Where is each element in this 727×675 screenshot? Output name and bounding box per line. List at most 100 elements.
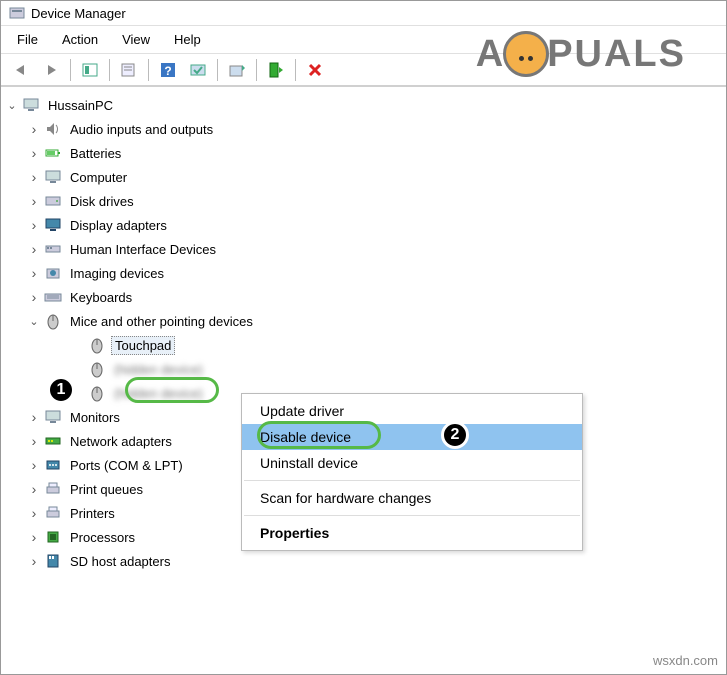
expand-arrow-icon[interactable] [5, 99, 19, 112]
tree-item-label: Ports (COM & LPT) [67, 457, 186, 474]
tree-item[interactable]: SD host adapters [5, 549, 724, 573]
tree-item-label: Monitors [67, 409, 123, 426]
tree-item-label: Network adapters [67, 433, 175, 450]
mouse-icon [43, 311, 63, 331]
menu-view[interactable]: View [112, 28, 160, 51]
tree-item-label: Batteries [67, 145, 124, 162]
toolbar-separator [109, 59, 110, 81]
expand-arrow-icon[interactable] [27, 169, 41, 185]
tree-item[interactable]: Computer [5, 165, 724, 189]
tree-item-label: Audio inputs and outputs [67, 121, 216, 138]
battery-icon [43, 143, 63, 163]
show-hide-button[interactable] [76, 57, 104, 83]
toolbar-separator [70, 59, 71, 81]
expand-arrow-icon[interactable] [27, 315, 41, 328]
help-button[interactable]: ? [154, 57, 182, 83]
printer-icon [43, 479, 63, 499]
tree-item-label: (hidden device) [111, 361, 206, 378]
back-button[interactable] [7, 57, 35, 83]
keyboard-icon [43, 287, 63, 307]
sd-icon [43, 551, 63, 571]
monitor-icon [43, 407, 63, 427]
expand-arrow-icon[interactable] [27, 457, 41, 473]
expand-arrow-icon[interactable] [27, 529, 41, 545]
tree-item[interactable]: Disk drives [5, 189, 724, 213]
expand-arrow-icon[interactable] [27, 409, 41, 425]
tree-item-mice[interactable]: Mice and other pointing devices [5, 309, 724, 333]
port-icon [43, 455, 63, 475]
menu-file[interactable]: File [7, 28, 48, 51]
app-icon [9, 5, 25, 21]
tree-item[interactable]: Batteries [5, 141, 724, 165]
expand-arrow-icon[interactable] [27, 241, 41, 257]
expand-arrow-icon[interactable] [27, 553, 41, 569]
annotation-ring-2 [257, 421, 381, 449]
computer-icon [21, 95, 41, 115]
watermark-logo: APUALS [476, 31, 686, 77]
tree-item[interactable]: Touchpad [5, 333, 724, 357]
expand-arrow-icon[interactable] [27, 289, 41, 305]
mouse-icon [87, 383, 107, 403]
printer-icon [43, 503, 63, 523]
tree-item-label: Mice and other pointing devices [67, 313, 256, 330]
scan-button[interactable] [184, 57, 212, 83]
svg-text:?: ? [164, 64, 171, 78]
mouse-icon [87, 359, 107, 379]
expand-arrow-icon[interactable] [27, 505, 41, 521]
hid-icon [43, 239, 63, 259]
network-icon [43, 431, 63, 451]
titlebar: Device Manager [1, 1, 726, 26]
tree-item[interactable]: Display adapters [5, 213, 724, 237]
cpu-icon [43, 527, 63, 547]
expand-arrow-icon[interactable] [27, 145, 41, 161]
uninstall-button[interactable] [301, 57, 329, 83]
disk-icon [43, 191, 63, 211]
tree-root[interactable]: HussainPC [5, 93, 724, 117]
toolbar-separator [148, 59, 149, 81]
expand-arrow-icon[interactable] [27, 481, 41, 497]
context-menu-separator [244, 515, 580, 516]
context-menu-separator [244, 480, 580, 481]
tree-item-label: Print queues [67, 481, 146, 498]
properties-button[interactable] [115, 57, 143, 83]
expand-arrow-icon[interactable] [27, 121, 41, 137]
tree-item-label: Keyboards [67, 289, 135, 306]
toolbar-separator [256, 59, 257, 81]
menu-action[interactable]: Action [52, 28, 108, 51]
tree-item[interactable]: Human Interface Devices [5, 237, 724, 261]
tree-item-label: Touchpad [111, 336, 175, 355]
annotation-ring-1 [125, 377, 219, 403]
tree-root-label: HussainPC [45, 97, 116, 114]
update-driver-button[interactable] [223, 57, 251, 83]
computer-icon [43, 167, 63, 187]
context-menu: Update driverDisable deviceUninstall dev… [241, 393, 583, 551]
tree-item[interactable]: Audio inputs and outputs [5, 117, 724, 141]
enable-button[interactable] [262, 57, 290, 83]
tree-item-label: Display adapters [67, 217, 170, 234]
window-title: Device Manager [31, 6, 126, 21]
speaker-icon [43, 119, 63, 139]
menu-help[interactable]: Help [164, 28, 211, 51]
tree-item-label: Processors [67, 529, 138, 546]
tree-item[interactable]: Imaging devices [5, 261, 724, 285]
tree-item[interactable]: Keyboards [5, 285, 724, 309]
toolbar-separator [217, 59, 218, 81]
context-menu-item[interactable]: Properties [242, 520, 582, 546]
forward-button[interactable] [37, 57, 65, 83]
tree-item-label: Disk drives [67, 193, 137, 210]
expand-arrow-icon[interactable] [27, 193, 41, 209]
tree-item-label: Human Interface Devices [67, 241, 219, 258]
mouse-icon [87, 335, 107, 355]
expand-arrow-icon[interactable] [27, 265, 41, 281]
expand-arrow-icon[interactable] [27, 217, 41, 233]
expand-arrow-icon[interactable] [27, 433, 41, 449]
display-icon [43, 215, 63, 235]
tree-item-label: Printers [67, 505, 118, 522]
annotation-badge-2: 2 [441, 421, 469, 449]
annotation-badge-1: 1 [47, 376, 75, 404]
context-menu-item[interactable]: Scan for hardware changes [242, 485, 582, 511]
tree-item-label: Imaging devices [67, 265, 167, 282]
tree-item[interactable]: (hidden device) [5, 357, 724, 381]
context-menu-item[interactable]: Uninstall device [242, 450, 582, 476]
toolbar-separator [295, 59, 296, 81]
